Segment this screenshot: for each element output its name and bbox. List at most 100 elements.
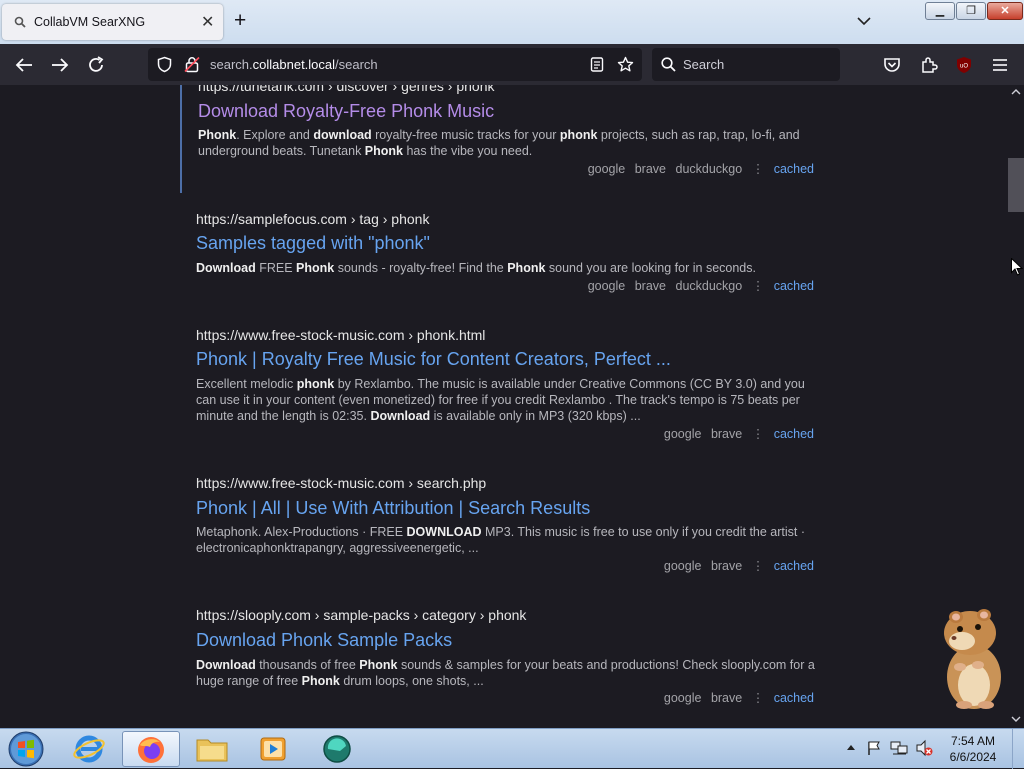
taskbar-file-explorer[interactable]: [184, 731, 242, 767]
extensions-puzzle-icon[interactable]: [918, 54, 940, 76]
engine-label: brave: [710, 427, 743, 441]
network-icon[interactable]: [890, 740, 908, 756]
address-bar[interactable]: search.collabnet.local/search: [148, 48, 642, 81]
cached-link[interactable]: cached: [774, 279, 814, 293]
result-snippet: Metaphonk. Alex-Productions · FREE DOWNL…: [196, 525, 806, 555]
bookmark-star-icon[interactable]: [617, 56, 634, 73]
result-snippet: Download thousands of free Phonk sounds …: [196, 658, 815, 688]
hamster-sticker-image: [944, 609, 1001, 709]
result-snippet: Download FREE Phonk sounds - royalty-fre…: [196, 261, 756, 275]
result-url[interactable]: https://www.free-stock-music.com › searc…: [196, 475, 486, 491]
engine-label: google: [663, 691, 702, 705]
cached-link[interactable]: cached: [774, 162, 814, 176]
result-url[interactable]: https://samplefocus.com › tag › phonk: [196, 211, 429, 227]
windows-taskbar: 7:54 AM 6/6/2024: [0, 728, 1024, 769]
search-icon: [661, 57, 676, 72]
result-snippet: Excellent melodic phonk by Rexlambo. The…: [196, 377, 805, 423]
mouse-cursor-icon: [1011, 258, 1023, 276]
result-title-link[interactable]: Download Royalty-Free Phonk Music: [198, 101, 494, 122]
scroll-down-arrow-icon[interactable]: [1011, 714, 1021, 724]
tab-strip: CollabVM SearXNG ✕ + ▁ ❐ ✕: [0, 0, 1024, 44]
tab-searxng[interactable]: CollabVM SearXNG ✕: [2, 4, 223, 40]
engine-label: google: [663, 559, 702, 573]
internet-explorer-icon: [73, 735, 105, 763]
tab-close-icon[interactable]: ✕: [201, 12, 214, 32]
pocket-icon[interactable]: [881, 54, 903, 76]
tracking-protection-shield-icon[interactable]: [156, 56, 173, 73]
scrollbar-thumb[interactable]: [1008, 158, 1024, 212]
taskbar-app[interactable]: [308, 731, 366, 767]
scroll-up-arrow-icon[interactable]: [1011, 87, 1021, 97]
search-result: https://samplefocus.com › tag › phonk Sa…: [180, 210, 822, 293]
media-player-icon: [260, 737, 286, 761]
search-results-page: https://tunetank.com › discover › genres…: [0, 85, 1008, 728]
clock-date: 6/6/2024: [949, 750, 997, 764]
taskbar-firefox[interactable]: [122, 731, 180, 767]
reader-view-icon[interactable]: [590, 57, 604, 72]
search-result: https://www.free-stock-music.com › searc…: [180, 474, 822, 574]
engine-label: duckduckgo: [675, 162, 743, 176]
taskbar-internet-explorer[interactable]: [60, 731, 118, 767]
action-center-flag-icon[interactable]: [866, 740, 882, 756]
result-title-link[interactable]: Phonk | All | Use With Attribution | Sea…: [196, 498, 590, 519]
result-engines: google brave duckduckgo ⋮ cached: [582, 278, 814, 293]
engine-label: brave: [634, 162, 667, 176]
ublock-origin-icon[interactable]: uO: [953, 54, 975, 76]
taskbar-clock[interactable]: 7:54 AM 6/6/2024: [928, 733, 1018, 765]
list-all-tabs-chevron-icon[interactable]: [856, 13, 872, 29]
result-engines: google brave ⋮ cached: [658, 426, 814, 441]
result-title-link[interactable]: Download Phonk Sample Packs: [196, 630, 452, 651]
more-vertical-icon: ⋮: [751, 279, 765, 293]
search-bar[interactable]: Search: [652, 48, 840, 81]
app-globe-icon: [323, 735, 351, 763]
cached-link[interactable]: cached: [774, 427, 814, 441]
page-scrollbar[interactable]: [1008, 85, 1024, 728]
folder-icon: [196, 739, 228, 762]
more-vertical-icon: ⋮: [751, 559, 765, 573]
result-url[interactable]: https://slooply.com › sample-packs › cat…: [196, 607, 526, 623]
search-result: https://slooply.com › sample-packs › cat…: [180, 606, 822, 706]
result-snippet: Phonk. Explore and download royalty-free…: [198, 128, 800, 158]
show-hidden-icons-chevron-icon[interactable]: [846, 743, 856, 753]
clock-time: 7:54 AM: [950, 734, 996, 748]
svg-text:uO: uO: [960, 64, 968, 70]
result-engines: google brave ⋮ cached: [658, 690, 814, 705]
result-url[interactable]: https://www.free-stock-music.com › phonk…: [196, 327, 485, 343]
more-vertical-icon: ⋮: [751, 427, 765, 441]
engine-label: brave: [710, 559, 743, 573]
show-desktop-button[interactable]: [1012, 729, 1024, 769]
more-vertical-icon: ⋮: [751, 691, 765, 705]
result-title-link[interactable]: Phonk | Royalty Free Music for Content C…: [196, 349, 671, 370]
insecure-lock-icon[interactable]: [184, 56, 200, 73]
more-vertical-icon: ⋮: [751, 162, 765, 176]
window-restore-button[interactable]: ❐: [956, 2, 986, 20]
window-minimize-button[interactable]: ▁: [925, 2, 955, 20]
result-url[interactable]: https://tunetank.com › discover › genres…: [198, 85, 494, 94]
result-engines: google brave ⋮ cached: [658, 558, 814, 573]
taskbar-media-player[interactable]: [244, 731, 302, 767]
cached-link[interactable]: cached: [774, 691, 814, 705]
forward-arrow-icon[interactable]: [49, 54, 71, 76]
tab-title: CollabVM SearXNG: [34, 15, 146, 29]
result-title-link[interactable]: Samples tagged with "phonk": [196, 233, 430, 254]
searxng-favicon-icon: [14, 16, 26, 28]
engine-label: google: [587, 279, 626, 293]
engine-label: duckduckgo: [675, 279, 743, 293]
windows-start-button-icon[interactable]: [6, 730, 46, 768]
cached-link[interactable]: cached: [774, 559, 814, 573]
back-arrow-icon[interactable]: [13, 54, 35, 76]
new-tab-button[interactable]: +: [234, 9, 246, 33]
navigation-toolbar: search.collabnet.local/search Search uO: [0, 44, 1024, 85]
engine-label: google: [587, 162, 626, 176]
firefox-icon: [138, 737, 164, 763]
hamburger-menu-icon[interactable]: [989, 54, 1011, 76]
search-result: https://tunetank.com › discover › genres…: [180, 85, 822, 193]
engine-label: brave: [634, 279, 667, 293]
url-text: search.collabnet.local/search: [210, 57, 378, 72]
window-close-button[interactable]: ✕: [987, 2, 1023, 20]
reload-icon[interactable]: [85, 54, 107, 76]
engine-label: brave: [710, 691, 743, 705]
search-placeholder: Search: [683, 57, 725, 72]
result-engines: google brave duckduckgo ⋮ cached: [582, 161, 814, 176]
engine-label: google: [663, 427, 702, 441]
